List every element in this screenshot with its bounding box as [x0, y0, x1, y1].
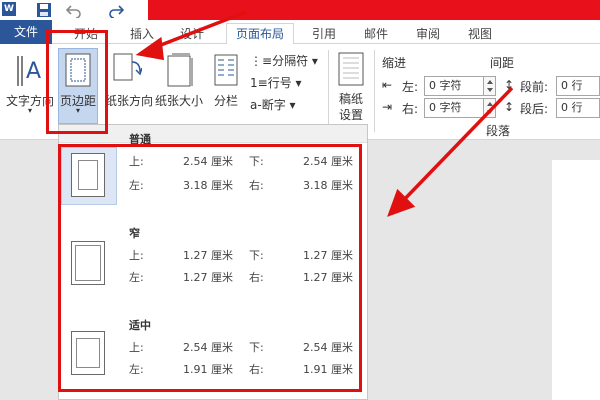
annotation-arrows — [135, 10, 514, 217]
